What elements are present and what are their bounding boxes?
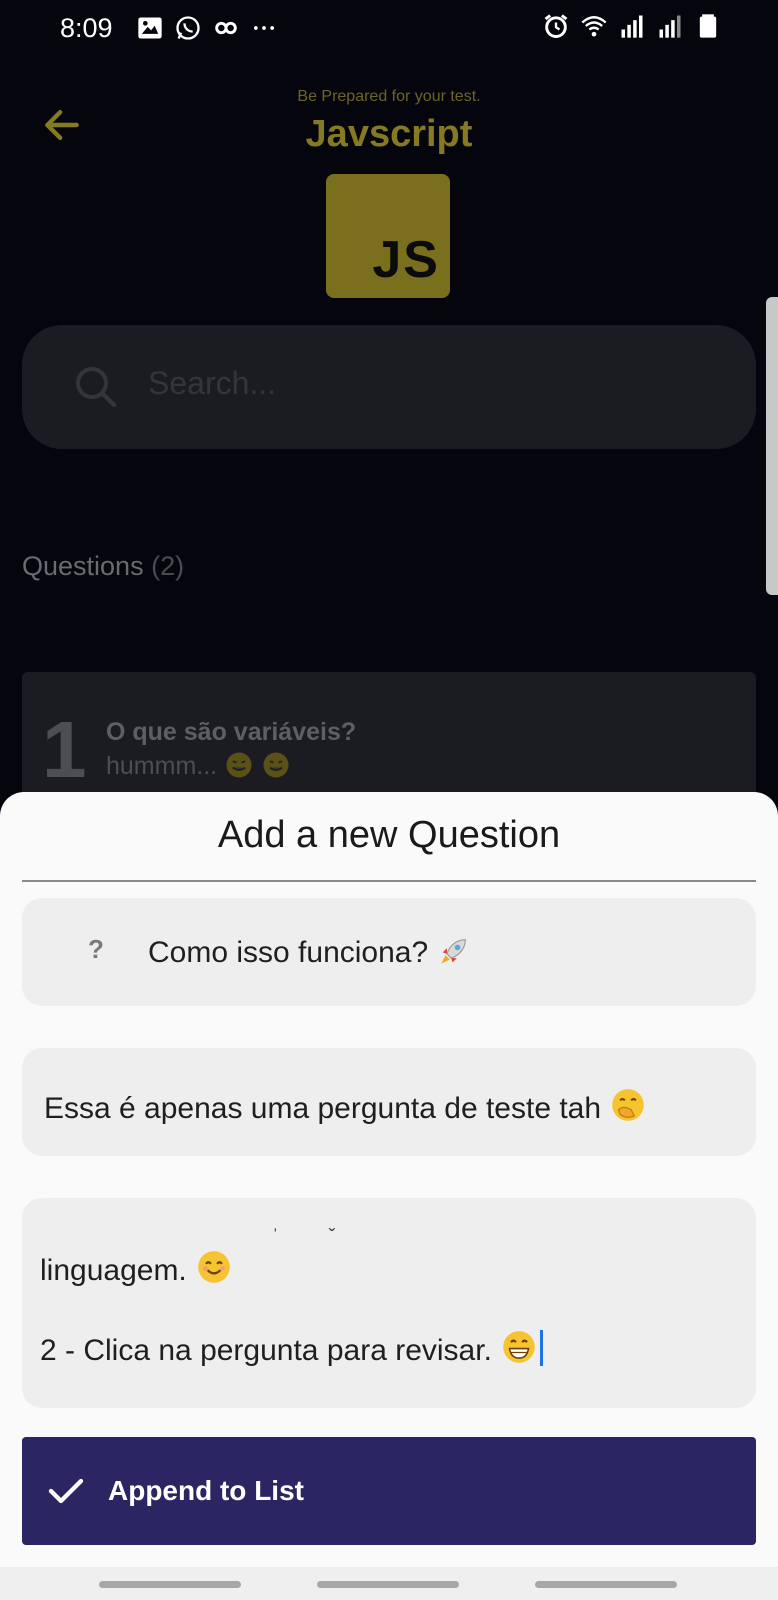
sweat-smile-emoji-icon: [226, 752, 252, 778]
nav-back-button[interactable]: [535, 1581, 677, 1588]
alarm-icon: [544, 14, 568, 38]
status-right-icons: [542, 12, 722, 40]
status-time: 8:09: [60, 13, 113, 43]
scrollbar-handle[interactable]: [766, 297, 778, 595]
battery-icon: [699, 14, 717, 38]
add-question-sheet: Add a new Question ? Como isso funciona?…: [0, 792, 778, 1567]
clipped-text-fragment: ˈ ˇ: [272, 1226, 336, 1248]
append-button-label: Append to List: [108, 1475, 304, 1506]
questions-count: (2): [151, 551, 185, 581]
description-input-value[interactable]: Essa é apenas uma pergunta de teste tah: [44, 1086, 647, 1126]
page-title: Javscript: [305, 113, 473, 155]
question-description: hummm...: [106, 750, 291, 781]
questions-heading: Questions (2): [22, 551, 184, 582]
answer-line-2-text: 2 - Clica na pergunta para revisar.: [40, 1334, 492, 1367]
question-mark-icon: ?: [88, 934, 104, 964]
signal-icon: [659, 15, 681, 38]
smiling-emoji-icon: [198, 1251, 230, 1283]
grinning-emoji-icon: [503, 1331, 536, 1363]
whatsapp-icon: [176, 16, 200, 40]
append-to-list-button[interactable]: Append to List: [22, 1437, 756, 1545]
question-input-value[interactable]: Como isso funciona?: [148, 934, 471, 970]
answer-textarea[interactable]: ˈ ˇ linguagem. 2 - Clica na pergunta par…: [22, 1198, 756, 1408]
description-input-text: Essa é apenas uma pergunta de teste tah: [44, 1092, 602, 1125]
rocket-emoji-icon: [440, 939, 466, 964]
text-cursor: [540, 1330, 544, 1366]
status-left-icons: [136, 14, 278, 42]
sheet-divider: [22, 880, 756, 882]
check-icon: [48, 1478, 84, 1504]
question-card[interactable]: 1 O que são variáveis? hummm...: [22, 672, 756, 812]
link-icon: [215, 21, 237, 35]
logo-text: JS: [372, 231, 440, 289]
more-icon: [253, 26, 275, 30]
page-subtitle: Be Prepared for your test.: [297, 88, 481, 105]
question-number: 1: [42, 705, 87, 794]
search-bar[interactable]: Search...: [22, 325, 756, 449]
answer-line-1-text: linguagem.: [40, 1254, 187, 1287]
question-input-text: Como isso funciona?: [148, 936, 429, 969]
nav-recents-button[interactable]: [99, 1581, 241, 1588]
image-icon: [138, 17, 162, 39]
system-navigation-bar: [0, 1567, 778, 1600]
question-input[interactable]: ? Como isso funciona?: [22, 898, 756, 1006]
answer-line-1: linguagem.: [40, 1248, 233, 1288]
status-bar: 8:09: [0, 0, 778, 56]
search-input[interactable]: Search...: [148, 365, 276, 402]
wifi-icon: [581, 16, 607, 37]
hand-over-mouth-emoji-icon: [612, 1089, 645, 1121]
description-input[interactable]: Essa é apenas uma pergunta de teste tah: [22, 1048, 756, 1156]
questions-label: Questions: [22, 551, 144, 581]
javascript-logo: JS: [326, 174, 450, 298]
search-icon: [76, 367, 117, 408]
sweat-smile-emoji-icon: [263, 752, 289, 778]
answer-line-2: 2 - Clica na pergunta para revisar.: [40, 1328, 544, 1368]
sheet-title: Add a new Question: [217, 814, 561, 856]
question-title: O que são variáveis?: [106, 718, 357, 746]
nav-home-button[interactable]: [317, 1581, 459, 1588]
signal-icon: [621, 15, 643, 38]
question-description-text: hummm...: [106, 752, 218, 780]
